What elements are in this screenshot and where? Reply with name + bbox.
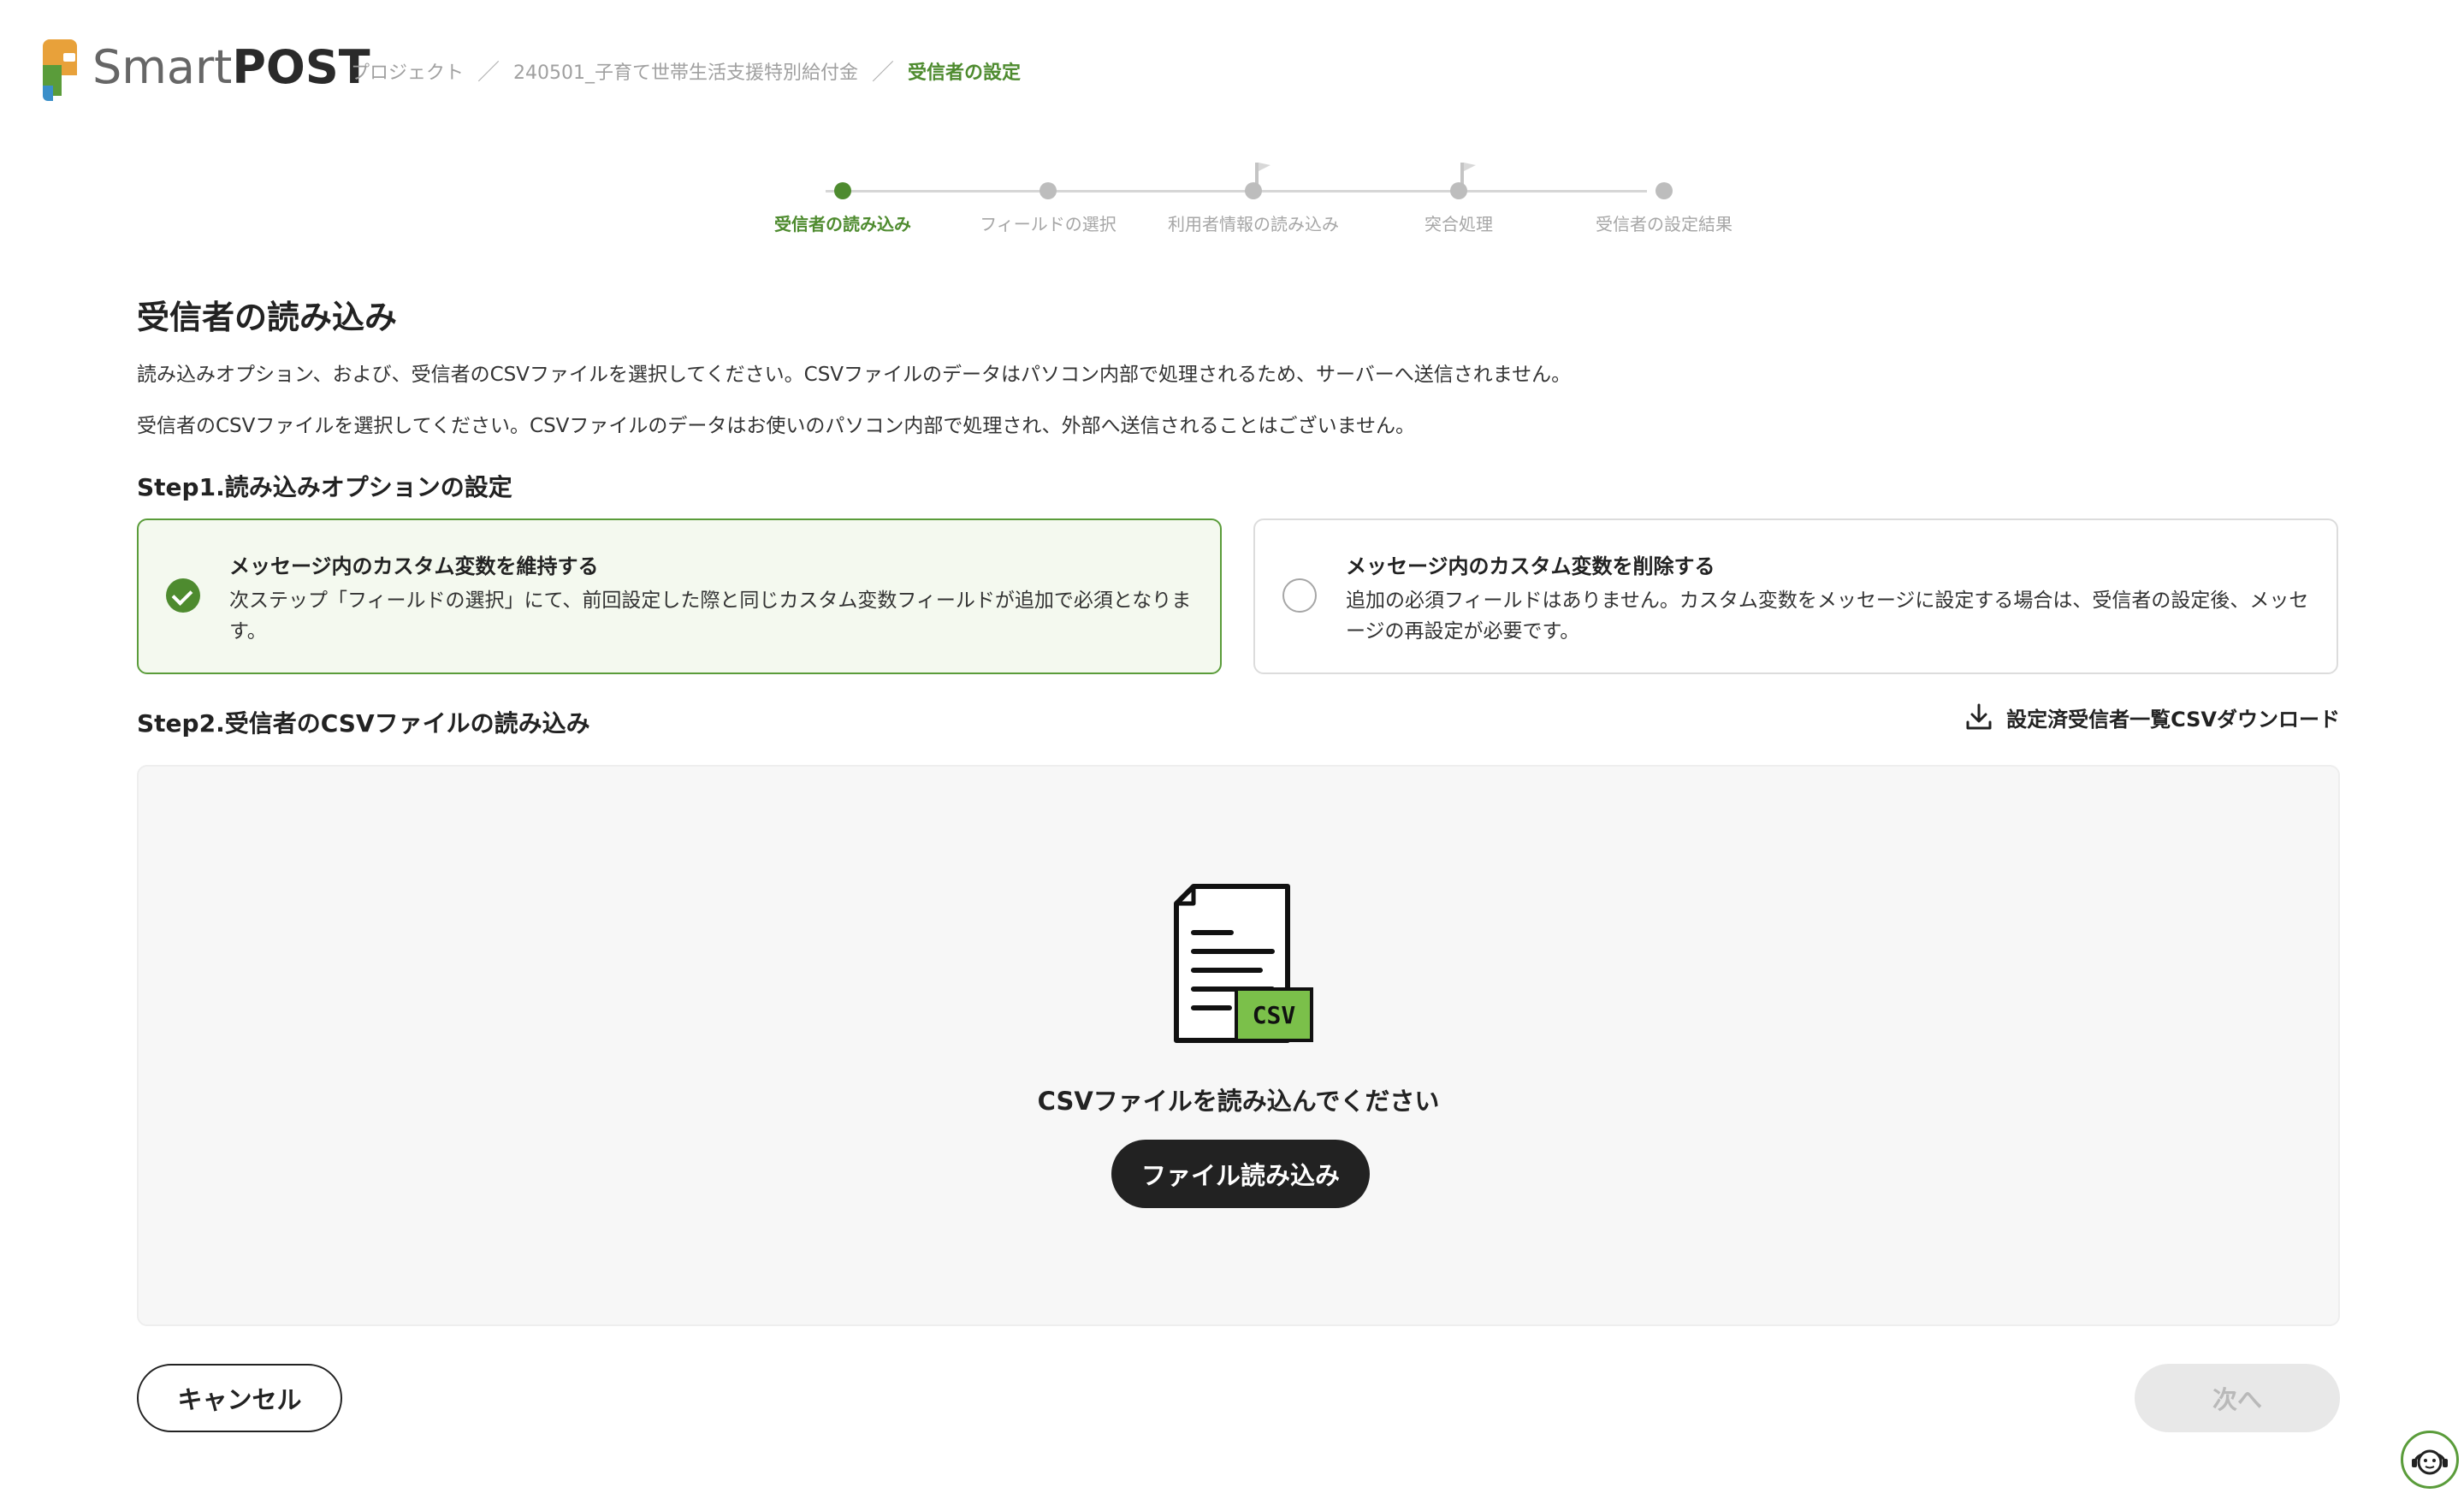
support-agent-icon — [2412, 1449, 2448, 1475]
flag-icon — [1255, 163, 1259, 185]
option-title: メッセージ内のカスタム変数を削除する — [1346, 554, 1715, 578]
breadcrumb-item-current: 受信者の設定 — [908, 62, 1022, 84]
option-delete-custom-variables[interactable]: メッセージ内のカスタム変数を削除する 追加の必須フィールドはありません。カスタム… — [1253, 518, 2338, 674]
option-title: メッセージ内のカスタム変数を維持する — [229, 554, 599, 578]
step-label: 突合処理 — [1424, 214, 1493, 234]
smartpost-logo-icon[interactable] — [39, 39, 80, 101]
csv-icon-label: CSV — [1253, 1001, 1296, 1029]
csv-file-icon: CSV — [1174, 884, 1313, 1043]
app-header: SmartPOST プロジェクト ／ 240501_子育て世帯生活支援特別給付金… — [0, 0, 2464, 137]
step-label: 受信者の設定結果 — [1596, 214, 1732, 234]
breadcrumb-item-project[interactable]: プロジェクト — [351, 57, 464, 85]
breadcrumb-separator: ／ — [477, 60, 500, 86]
progress-stepper: 受信者の読み込み フィールドの選択 利用者情報の読み込み 突合処理 受信者の設定… — [757, 163, 1741, 253]
breadcrumb-separator: ／ — [872, 60, 895, 86]
option-description: 追加の必須フィールドはありません。カスタム変数をメッセージに設定する場合は、受信… — [1346, 590, 2309, 643]
brand-name[interactable]: SmartPOST — [92, 38, 370, 98]
page-title: 受信者の読み込み — [137, 299, 398, 336]
flag-icon — [1460, 163, 1464, 185]
step-dot — [1450, 182, 1467, 199]
step-label: フィールドの選択 — [980, 214, 1116, 234]
support-chat-button[interactable] — [2401, 1431, 2459, 1489]
check-circle-icon[interactable] — [166, 578, 200, 613]
file-upload-button[interactable]: ファイル読み込み — [1111, 1140, 1370, 1208]
download-icon — [1966, 703, 1992, 730]
page-description: 読み込みオプション、および、受信者のCSVファイルを選択してください。CSVファ… — [137, 364, 1572, 386]
page-description-secondary: 受信者のCSVファイルを選択してください。CSVファイルのデータはお使いのパソコ… — [137, 415, 1415, 437]
dropzone-text: CSVファイルを読み込んでください — [1037, 1087, 1440, 1116]
radio-circle-icon[interactable] — [1282, 578, 1317, 613]
step-dot — [1245, 182, 1262, 199]
download-recipients-csv-link[interactable]: 設定済受信者一覧CSVダウンロード — [1964, 702, 2340, 732]
brand-light: Smart — [92, 40, 233, 94]
option-keep-custom-variables[interactable]: メッセージ内のカスタム変数を維持する 次ステップ「フィールドの選択」にて、前回設… — [137, 518, 1222, 674]
step2-heading: Step2.受信者のCSVファイルの読み込み — [137, 709, 590, 738]
cancel-button[interactable]: キャンセル — [137, 1364, 342, 1432]
stepper-track — [826, 190, 1647, 193]
brand-bold: POST — [232, 40, 370, 94]
breadcrumb-item-project-name[interactable]: 240501_子育て世帯生活支援特別給付金 — [513, 57, 858, 85]
step-dot — [1656, 182, 1673, 199]
step-label: 受信者の読み込み — [774, 214, 911, 234]
step-label: 利用者情報の読み込み — [1168, 214, 1339, 234]
next-button[interactable]: 次へ — [2135, 1364, 2340, 1432]
step-dot — [834, 182, 851, 199]
step-dot — [1040, 182, 1057, 199]
option-description: 次ステップ「フィールドの選択」にて、前回設定した際と同じカスタム変数フィールドが… — [229, 590, 1192, 643]
breadcrumb: プロジェクト ／ 240501_子育て世帯生活支援特別給付金 ／ 受信者の設定 — [351, 55, 1021, 86]
download-label: 設定済受信者一覧CSVダウンロード — [2006, 707, 2340, 732]
csv-dropzone[interactable]: CSV CSVファイルを読み込んでください ファイル読み込み — [137, 765, 2340, 1326]
step1-heading: Step1.読み込みオプションの設定 — [137, 473, 512, 501]
